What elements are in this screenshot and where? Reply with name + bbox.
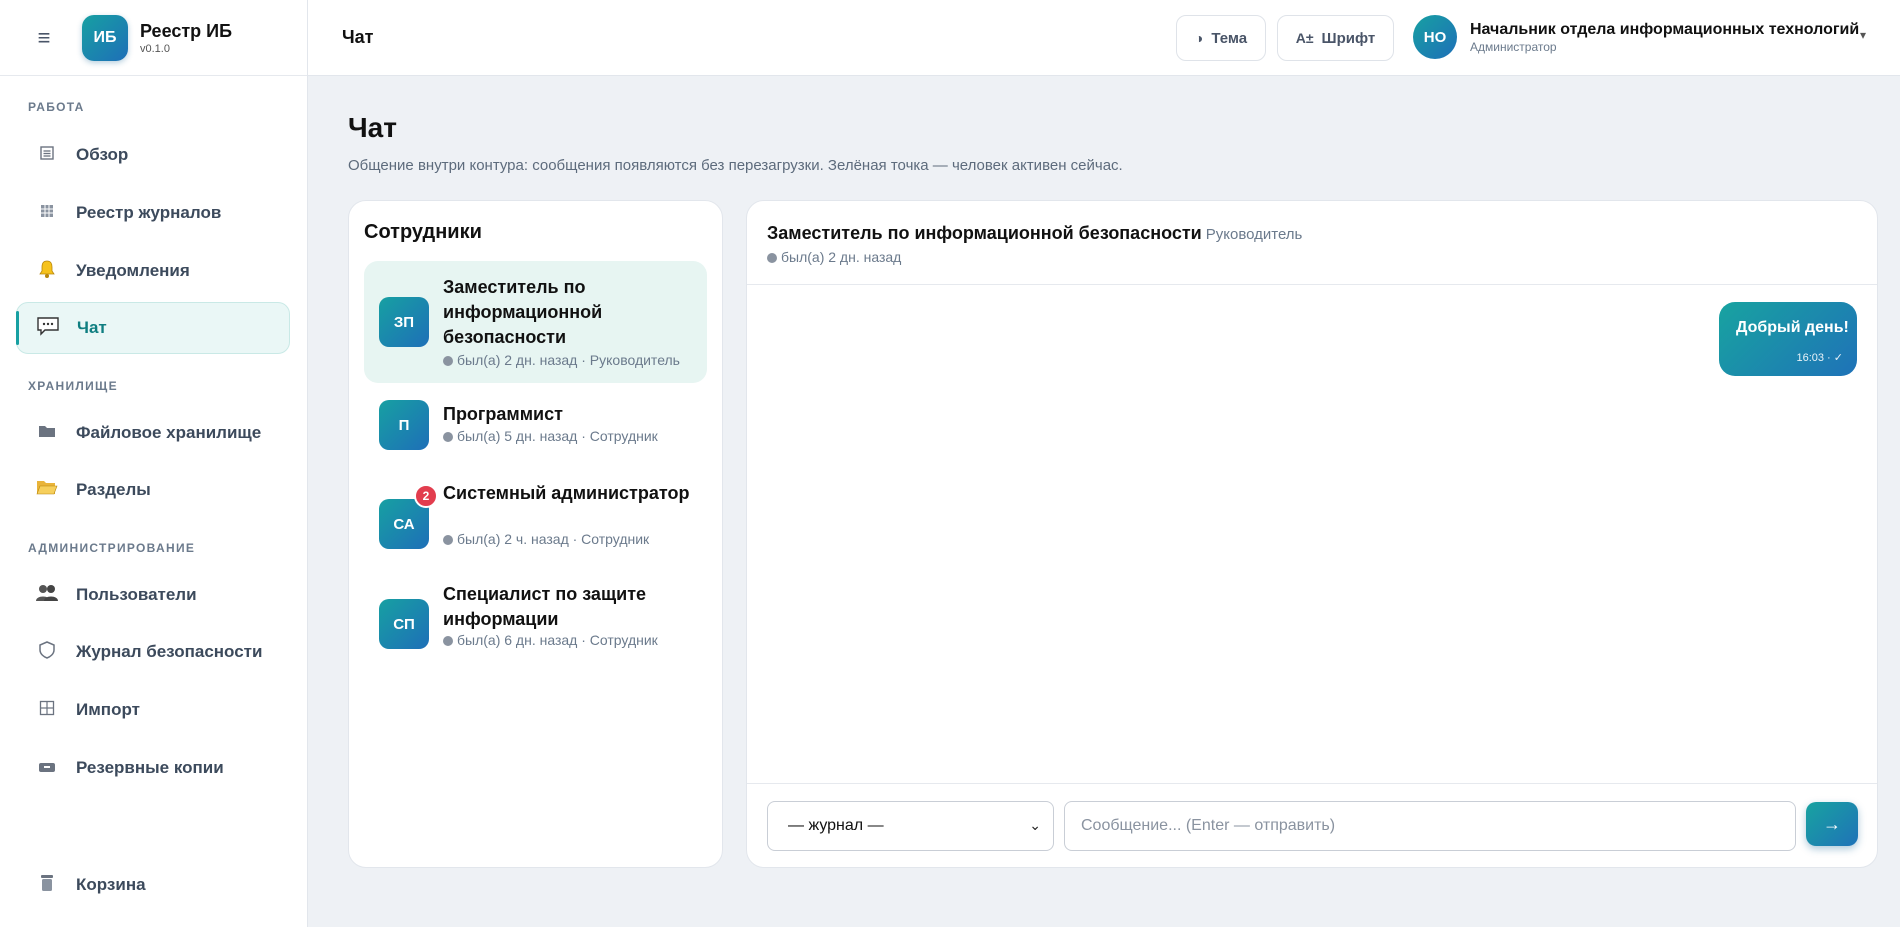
page-title: Чат	[348, 112, 397, 143]
status-dot	[443, 432, 453, 442]
user-name[interactable]: Начальник отдела информационных технолог…	[1470, 21, 1859, 39]
sidebar-item-journals[interactable]: Реестр журналов	[16, 187, 290, 239]
chat-contact-name: Заместитель по информационной безопаснос…	[767, 223, 1202, 243]
message-bubble: Добрый день! 16:03 · ✓	[1719, 302, 1857, 376]
sidebar-item-import[interactable]: Импорт	[16, 684, 290, 736]
contrast-icon: ◑	[1194, 30, 1204, 46]
employee-name: Специалист по защите информации	[443, 584, 647, 629]
shield-icon	[34, 640, 60, 664]
chat-icon	[35, 316, 61, 341]
sidebar-item-label: Файловое хранилище	[76, 423, 262, 442]
message-input[interactable]: Сообщение... (Enter — отправить)	[1064, 801, 1796, 851]
send-button[interactable]: →	[1806, 802, 1858, 846]
folder-icon	[34, 423, 60, 444]
employee-name: Заместитель по информационной безопаснос…	[443, 277, 603, 347]
employee-item[interactable]: ЗП Заместитель по информационной безопас…	[364, 261, 707, 383]
sidebar-item-label: Обзор	[76, 145, 129, 164]
message-input-placeholder: Сообщение... (Enter — отправить)	[1081, 817, 1336, 834]
font-button[interactable]: A± Шрифт	[1277, 15, 1394, 61]
employees-panel: Сотрудники ЗП Заместитель по информацион…	[348, 200, 723, 868]
app-logo[interactable]: ИБ	[82, 14, 128, 61]
sidebar-item-label: Журнал безопасности	[76, 642, 263, 661]
sidebar-item-security-log[interactable]: Журнал безопасности	[16, 626, 290, 678]
sidebar-item-label: Корзина	[76, 875, 146, 894]
theme-button[interactable]: ◑ Тема	[1176, 15, 1266, 61]
status-dot	[443, 636, 453, 646]
chat-panel: Заместитель по информационной безопаснос…	[746, 200, 1878, 868]
app-title: Реестр ИБ	[140, 20, 233, 41]
users-icon	[34, 584, 60, 607]
font-button-label: Шрифт	[1321, 29, 1376, 47]
employee-item[interactable]: СА 2 Системный администратор был(а) 2 ч.…	[364, 479, 707, 577]
sidebar-item-label: Чат	[77, 318, 107, 337]
user-role: Администратор	[1470, 40, 1557, 54]
employee-name: Программист	[443, 404, 563, 424]
employee-name: Системный администратор	[443, 483, 690, 503]
hamburger-menu-icon[interactable]: ≡	[32, 25, 56, 51]
chat-contact-role: Руководитель	[1205, 226, 1303, 243]
journal-select-value: — журнал —	[788, 817, 884, 834]
message-text: Добрый день!	[1736, 319, 1849, 336]
sidebar-item-notifications[interactable]: Уведомления	[16, 245, 290, 297]
chevron-down-icon[interactable]: ▾	[1860, 28, 1866, 42]
folder-open-icon	[34, 479, 60, 502]
sidebar-item-file-storage[interactable]: Файловое хранилище	[16, 407, 290, 459]
employee-meta: был(а) 2 дн. назад · Руководитель	[443, 352, 680, 368]
brand: ≡ ИБ Реестр ИБ v0.1.0	[0, 0, 307, 76]
employee-meta: был(а) 5 дн. назад · Сотрудник	[443, 428, 658, 444]
sidebar-item-label: Пользователи	[76, 585, 197, 604]
sidebar: ≡ ИБ Реестр ИБ v0.1.0 РАБОТА Обзор Реест…	[0, 0, 308, 927]
status-dot	[443, 356, 453, 366]
status-dot	[443, 535, 453, 545]
chat-header: Заместитель по информационной безопаснос…	[747, 201, 1877, 285]
employee-meta: был(а) 6 дн. назад · Сотрудник	[443, 632, 658, 648]
sidebar-item-label: Разделы	[76, 480, 151, 499]
employee-avatar: СП	[379, 599, 429, 649]
topbar-title: Чат	[342, 27, 374, 47]
chat-contact: Заместитель по информационной безопаснос…	[767, 223, 1302, 244]
sidebar-item-label: Импорт	[76, 700, 140, 719]
sidebar-item-backups[interactable]: Резервные копии	[16, 742, 290, 794]
employee-item[interactable]: СП Специалист по защите информации был(а…	[364, 579, 707, 677]
journal-select[interactable]: — журнал — ⌄	[767, 801, 1054, 851]
table-icon	[34, 700, 60, 721]
bell-icon	[34, 259, 60, 284]
trash-icon	[34, 874, 60, 897]
chevron-down-icon: ⌄	[1029, 817, 1041, 833]
sidebar-item-label: Реестр журналов	[76, 203, 222, 222]
sidebar-item-chat[interactable]: Чат	[16, 302, 290, 354]
employee-meta: был(а) 2 ч. назад · Сотрудник	[443, 531, 649, 547]
nav-section-work: РАБОТА	[28, 100, 85, 114]
theme-button-label: Тема	[1211, 29, 1248, 47]
nav-section-admin: АДМИНИСТРИРОВАНИЕ	[28, 541, 196, 555]
employee-avatar: ЗП	[379, 297, 429, 347]
backup-icon	[34, 758, 60, 779]
list-icon	[34, 145, 60, 166]
grid-icon	[34, 203, 60, 224]
nav-section-storage: ХРАНИЛИЩЕ	[28, 379, 118, 393]
chat-contact-status: был(а) 2 дн. назад	[767, 249, 901, 265]
employee-avatar: П	[379, 400, 429, 450]
chat-composer: — журнал — ⌄ Сообщение... (Enter — отпра…	[747, 783, 1877, 867]
unread-badge: 2	[414, 484, 438, 508]
sidebar-item-trash[interactable]: Корзина	[16, 859, 290, 911]
sidebar-item-users[interactable]: Пользователи	[16, 569, 290, 621]
user-avatar[interactable]: НО	[1413, 15, 1457, 59]
sidebar-item-label: Резервные копии	[76, 758, 224, 777]
sidebar-item-overview[interactable]: Обзор	[16, 129, 290, 181]
employee-item[interactable]: П Программист был(а) 5 дн. назад · Сотру…	[364, 388, 707, 474]
employees-title: Сотрудники	[364, 221, 482, 243]
app-version: v0.1.0	[140, 42, 170, 55]
message-time: 16:03 · ✓	[1796, 352, 1843, 364]
font-size-icon: A±	[1295, 30, 1314, 46]
sidebar-item-label: Уведомления	[76, 261, 190, 280]
sidebar-item-sections[interactable]: Разделы	[16, 464, 290, 516]
page-subtitle: Общение внутри контура: сообщения появля…	[348, 157, 1123, 174]
status-dot	[767, 253, 777, 263]
